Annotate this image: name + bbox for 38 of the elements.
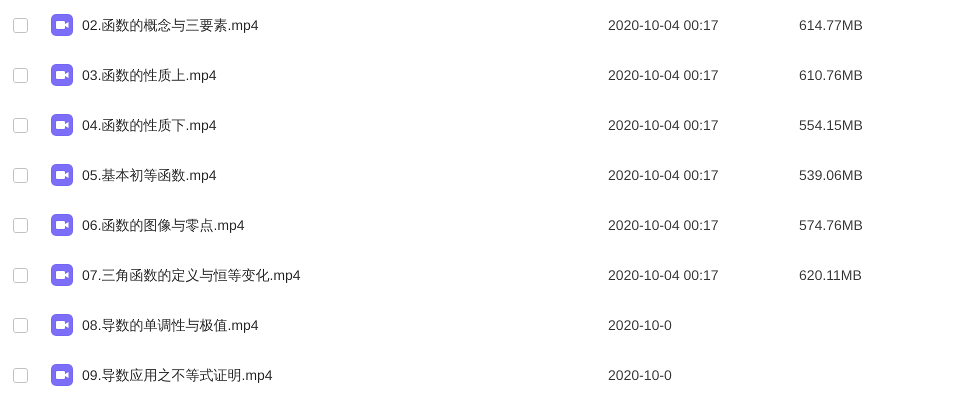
modified-date: 2020-10-04 00:17 [608,16,720,34]
modified-date: 2020-10-04 00:17 [608,166,720,184]
video-file-icon [51,114,73,136]
video-file-icon [51,264,73,286]
file-name[interactable]: 08.导数的单调性与极值.mp4 [82,314,608,336]
file-name[interactable]: 03.函数的性质上.mp4 [82,64,608,86]
modified-date: 2020-10-04 00:17 [608,266,720,284]
modified-date: 2020-10-0 [608,366,673,384]
checkbox[interactable] [12,168,28,182]
file-name[interactable]: 06.函数的图像与零点.mp4 [82,214,608,236]
checkbox[interactable] [12,18,28,32]
video-file-icon [51,364,73,386]
checkbox[interactable] [12,68,28,82]
checkbox[interactable] [12,368,28,382]
file-name[interactable]: 04.函数的性质下.mp4 [82,114,608,136]
video-file-icon [51,164,73,186]
file-size: 574.76MB [799,216,863,234]
checkbox[interactable] [12,268,28,282]
video-file-icon [51,314,73,336]
video-file-icon [51,64,73,86]
modified-date: 2020-10-04 00:17 [608,116,720,134]
checkbox[interactable] [12,118,28,132]
file-size: 620.11MB [799,266,862,284]
file-size: 539.06MB [799,166,863,184]
modified-date: 2020-10-04 00:17 [608,66,720,84]
modified-date: 2020-10-04 00:17 [608,216,720,234]
modified-date: 2020-10-0 [608,316,673,334]
video-file-icon [51,14,73,36]
checkbox[interactable] [12,318,28,332]
video-file-icon [51,214,73,236]
file-name[interactable]: 02.函数的概念与三要素.mp4 [82,14,608,36]
file-name[interactable]: 05.基本初等函数.mp4 [82,164,608,186]
file-name[interactable]: 07.三角函数的定义与恒等变化.mp4 [82,264,608,286]
checkbox[interactable] [12,218,28,232]
file-size: 614.77MB [799,16,863,34]
file-size: 554.15MB [799,116,863,134]
file-size: 610.76MB [799,66,863,84]
file-name[interactable]: 09.导数应用之不等式证明.mp4 [82,364,608,386]
